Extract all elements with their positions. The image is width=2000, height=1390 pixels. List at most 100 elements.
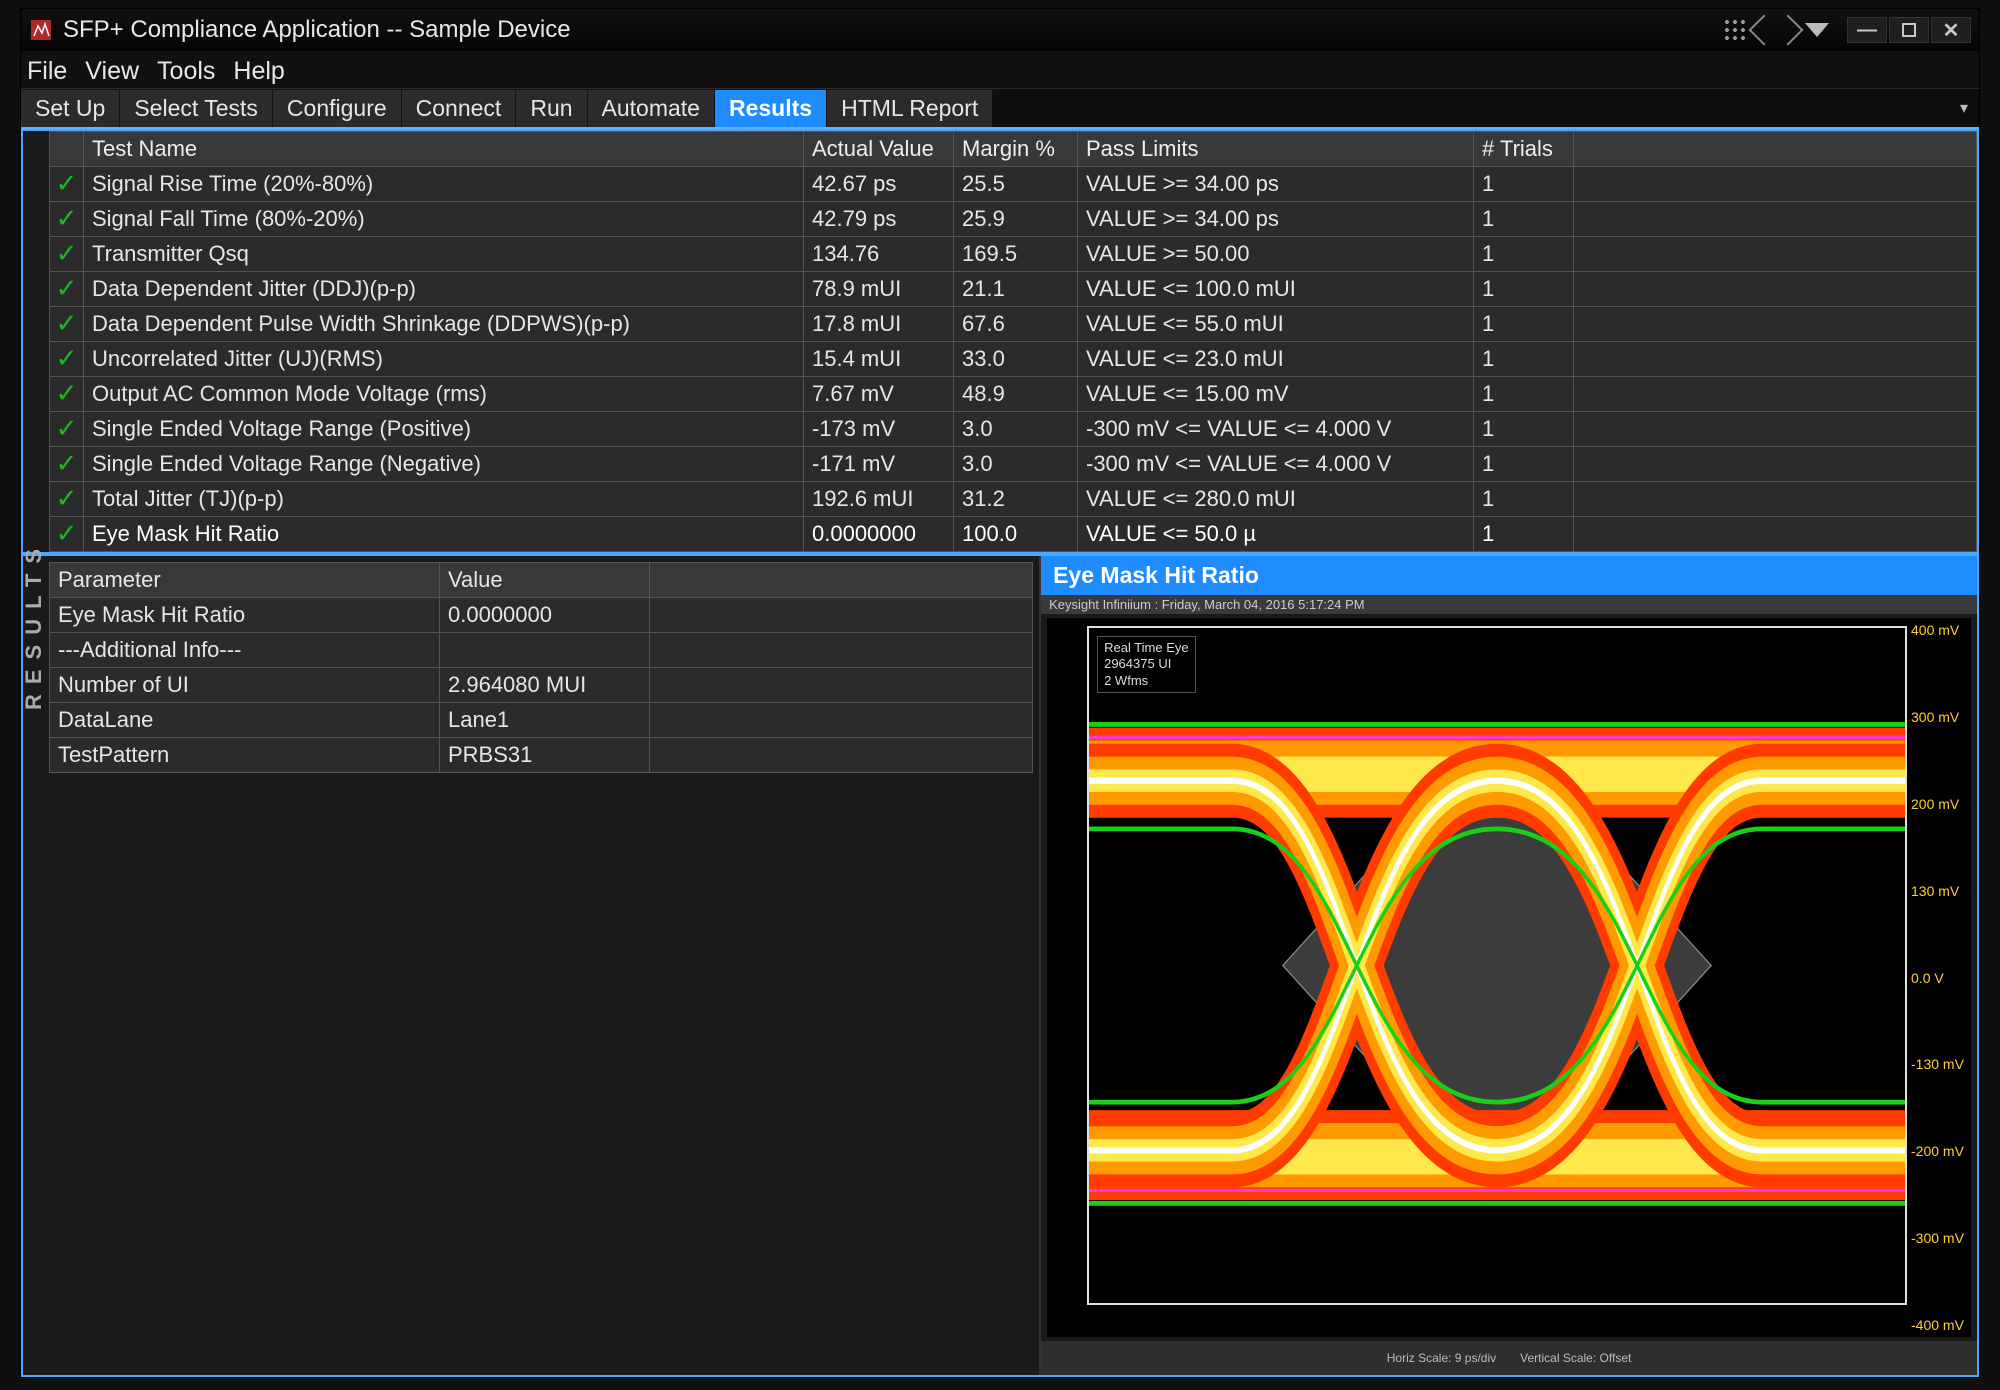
results-row[interactable]: ✓Signal Rise Time (20%-80%)42.67 ps25.5V… [50, 167, 1977, 202]
parameter-row[interactable]: TestPatternPRBS31 [50, 738, 1033, 773]
results-row[interactable]: ✓Data Dependent Pulse Width Shrinkage (D… [50, 307, 1977, 342]
results-row[interactable]: ✓Transmitter Qsq134.76169.5VALUE >= 50.0… [50, 237, 1977, 272]
param-extra-cell [650, 598, 1033, 633]
results-row[interactable]: ✓Single Ended Voltage Range (Positive)-1… [50, 412, 1977, 447]
margin-cell: 33.0 [954, 342, 1078, 377]
param-value-cell [440, 633, 650, 668]
chevron-down-icon[interactable] [1805, 23, 1829, 37]
trials-cell: 1 [1474, 167, 1574, 202]
extra-cell [1574, 342, 1977, 377]
test-name-cell: Total Jitter (TJ)(p-p) [84, 482, 804, 517]
results-row[interactable]: ✓Signal Fall Time (80%-20%)42.79 ps25.9V… [50, 202, 1977, 237]
results-row[interactable]: ✓Eye Mask Hit Ratio0.0000000100.0VALUE <… [50, 517, 1977, 552]
pass-status-cell: ✓ [50, 482, 84, 517]
test-name-cell: Eye Mask Hit Ratio [84, 517, 804, 552]
tab-results[interactable]: Results [715, 89, 827, 127]
extra-cell [1574, 202, 1977, 237]
checkmark-icon: ✓ [56, 378, 78, 408]
actual-value-cell: 0.0000000 [804, 517, 954, 552]
actual-value-cell: 134.76 [804, 237, 954, 272]
actual-value-cell: -171 mV [804, 447, 954, 482]
dots-grid-icon[interactable] [1723, 18, 1747, 42]
pass-status-cell: ✓ [50, 517, 84, 552]
col-header-test-name[interactable]: Test Name [84, 132, 804, 167]
col-header-margin[interactable]: Margin % [954, 132, 1078, 167]
menubar: File View Tools Help [21, 51, 1979, 89]
results-header-row[interactable]: Test Name Actual Value Margin % Pass Lim… [50, 132, 1977, 167]
param-col-extra[interactable] [650, 563, 1033, 598]
app-icon [29, 18, 53, 42]
actual-value-cell: 17.8 mUI [804, 307, 954, 342]
close-button[interactable]: ✕ [1931, 17, 1971, 43]
tab-setup[interactable]: Set Up [21, 89, 120, 127]
checkmark-icon: ✓ [56, 343, 78, 373]
actual-value-cell: -173 mV [804, 412, 954, 447]
expand-icon[interactable] [1753, 19, 1799, 41]
margin-cell: 31.2 [954, 482, 1078, 517]
pass-status-cell: ✓ [50, 272, 84, 307]
param-value-cell: 2.964080 MUI [440, 668, 650, 703]
menu-file[interactable]: File [27, 57, 67, 86]
test-name-cell: Output AC Common Mode Voltage (rms) [84, 377, 804, 412]
col-header-trials[interactable]: # Trials [1474, 132, 1574, 167]
param-col-name[interactable]: Parameter [50, 563, 440, 598]
parameter-row[interactable]: ---Additional Info--- [50, 633, 1033, 668]
menu-view[interactable]: View [85, 57, 139, 86]
param-col-value[interactable]: Value [440, 563, 650, 598]
results-row[interactable]: ✓Total Jitter (TJ)(p-p)192.6 mUI31.2VALU… [50, 482, 1977, 517]
col-header-status[interactable] [50, 132, 84, 167]
param-extra-cell [650, 738, 1033, 773]
parameter-header-row[interactable]: Parameter Value [50, 563, 1033, 598]
results-row[interactable]: ✓Data Dependent Jitter (DDJ)(p-p)78.9 mU… [50, 272, 1977, 307]
col-header-extra[interactable] [1574, 132, 1977, 167]
eye-footer-vert: Vertical Scale: Offset [1520, 1351, 1631, 1365]
y-tick: 400 mV [1911, 622, 1969, 638]
eye-diagram[interactable]: Real Time Eye 2964375 UI 2 Wfms 400 mV 3… [1047, 618, 1971, 1337]
col-header-actual[interactable]: Actual Value [804, 132, 954, 167]
results-row[interactable]: ✓Uncorrelated Jitter (UJ)(RMS)15.4 mUI33… [50, 342, 1977, 377]
pass-limits-cell: VALUE <= 23.0 mUI [1078, 342, 1474, 377]
parameter-row[interactable]: Eye Mask Hit Ratio0.0000000 [50, 598, 1033, 633]
checkmark-icon: ✓ [56, 448, 78, 478]
parameter-table[interactable]: Parameter Value Eye Mask Hit Ratio0.0000… [49, 562, 1033, 773]
eye-legend-line: 2964375 UI [1104, 656, 1189, 672]
tab-connect[interactable]: Connect [402, 89, 517, 127]
pass-status-cell: ✓ [50, 412, 84, 447]
tab-overflow-icon[interactable]: ▾ [1949, 89, 1979, 127]
parameter-row[interactable]: DataLaneLane1 [50, 703, 1033, 738]
margin-cell: 25.5 [954, 167, 1078, 202]
actual-value-cell: 15.4 mUI [804, 342, 954, 377]
maximize-button[interactable] [1889, 17, 1929, 43]
checkmark-icon: ✓ [56, 413, 78, 443]
pass-status-cell: ✓ [50, 202, 84, 237]
minimize-button[interactable]: — [1847, 17, 1887, 43]
extra-cell [1574, 167, 1977, 202]
trials-cell: 1 [1474, 447, 1574, 482]
tab-html-report[interactable]: HTML Report [827, 89, 993, 127]
tab-select-tests[interactable]: Select Tests [120, 89, 273, 127]
parameter-row[interactable]: Number of UI2.964080 MUI [50, 668, 1033, 703]
test-name-cell: Data Dependent Pulse Width Shrinkage (DD… [84, 307, 804, 342]
test-name-cell: Signal Fall Time (80%-20%) [84, 202, 804, 237]
col-header-pass-limits[interactable]: Pass Limits [1078, 132, 1474, 167]
y-tick: 0.0 V [1911, 970, 1969, 986]
margin-cell: 3.0 [954, 412, 1078, 447]
pass-limits-cell: VALUE <= 280.0 mUI [1078, 482, 1474, 517]
trials-cell: 1 [1474, 272, 1574, 307]
pass-limits-cell: VALUE <= 100.0 mUI [1078, 272, 1474, 307]
results-row[interactable]: ✓Single Ended Voltage Range (Negative)-1… [50, 447, 1977, 482]
results-row[interactable]: ✓Output AC Common Mode Voltage (rms)7.67… [50, 377, 1977, 412]
tab-automate[interactable]: Automate [588, 89, 715, 127]
content-area: RESULTS Test Name Actual Value Margin % … [21, 129, 1979, 1377]
menu-help[interactable]: Help [233, 57, 284, 86]
param-name-cell: Eye Mask Hit Ratio [50, 598, 440, 633]
extra-cell [1574, 237, 1977, 272]
tab-run[interactable]: Run [516, 89, 587, 127]
trials-cell: 1 [1474, 202, 1574, 237]
pass-status-cell: ✓ [50, 167, 84, 202]
results-table[interactable]: Test Name Actual Value Margin % Pass Lim… [49, 131, 1977, 552]
tab-configure[interactable]: Configure [273, 89, 402, 127]
actual-value-cell: 7.67 mV [804, 377, 954, 412]
menu-tools[interactable]: Tools [157, 57, 215, 86]
param-value-cell: Lane1 [440, 703, 650, 738]
